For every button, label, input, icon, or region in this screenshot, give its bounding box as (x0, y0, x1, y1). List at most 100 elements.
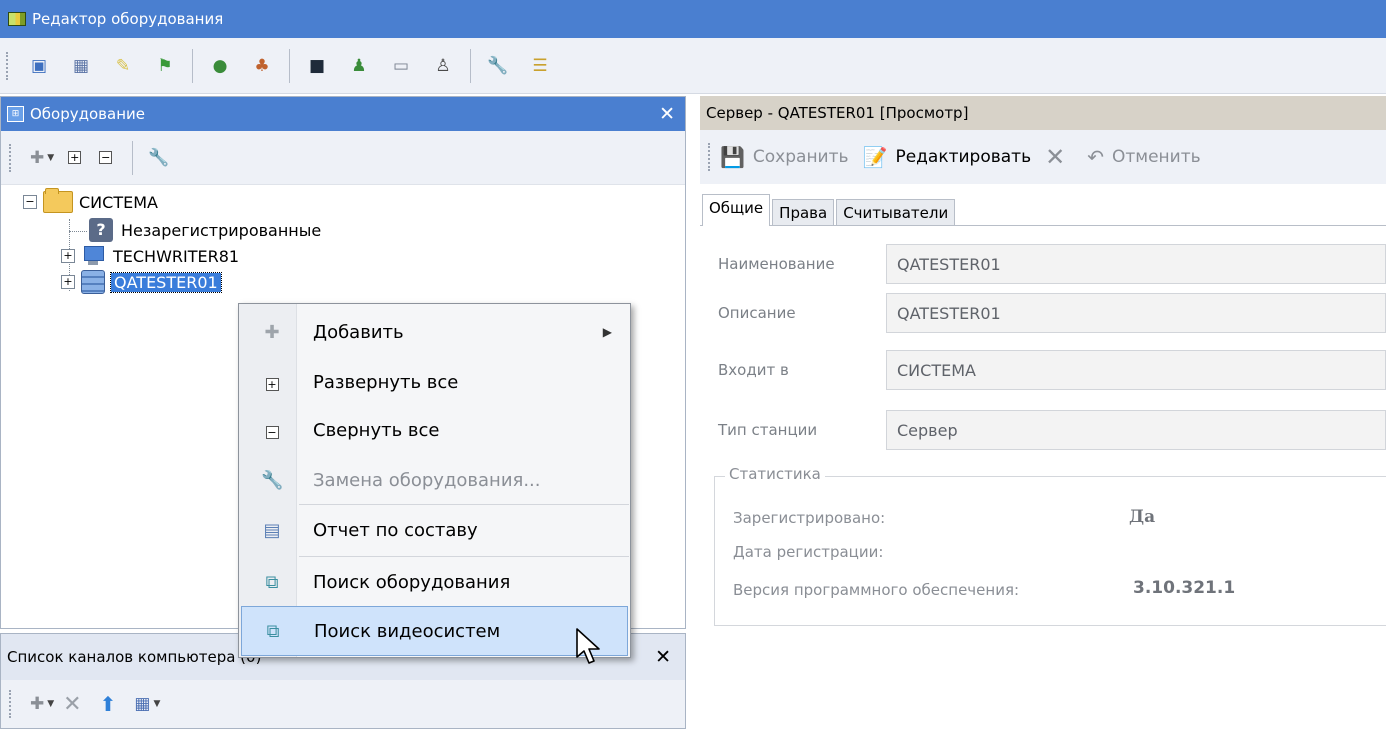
toolbar-grip[interactable] (708, 143, 712, 171)
menu-item-collapse-all[interactable]: − Свернуть все (241, 405, 628, 455)
context-menu: ✚ Добавить ▶ + Развернуть все − Свернуть… (238, 303, 631, 658)
menu-item-label: Поиск оборудования (313, 571, 511, 593)
tab-rights[interactable]: Права (772, 199, 835, 225)
close-icon[interactable]: ✕ (659, 103, 675, 125)
menu-item-label: Замена оборудования... (313, 469, 541, 491)
expand-icon[interactable]: + (61, 275, 75, 289)
registered-row: Зарегистрировано: (733, 509, 885, 527)
tree-item-system[interactable]: − СИСТЕМА (23, 188, 158, 215)
wrench-icon: 🔧 (261, 469, 284, 491)
name-field[interactable]: QATESTER01 (886, 244, 1386, 284)
menu-item-label: Поиск видеосистем (314, 620, 501, 642)
tree-item-label: QATESTER01 (110, 271, 222, 293)
person-icon[interactable]: ♙ (432, 55, 454, 77)
undo-icon: ↶ (1087, 145, 1104, 169)
delete-icon: ✕ (1045, 143, 1066, 171)
statistics-title: Статистика (725, 465, 825, 483)
detail-panel-title: Сервер - QATESTER01 [Просмотр] (706, 104, 969, 122)
save-button[interactable]: 💾 Сохранить (720, 145, 849, 169)
submenu-arrow-icon: ▶ (602, 325, 612, 339)
menu-item-replace-equipment[interactable]: 🔧 Замена оборудования... (241, 455, 628, 505)
menu-item-add[interactable]: ✚ Добавить ▶ (241, 307, 628, 357)
name-field-row: Наименование QATESTER01 (700, 244, 1386, 284)
reg-date-label: Дата регистрации: (733, 543, 884, 561)
toolbar-grip[interactable] (9, 690, 13, 718)
description-label: Описание (718, 304, 796, 322)
tree-item-qatester01[interactable]: + QATESTER01 (61, 269, 222, 295)
expand-all-icon[interactable]: + (68, 151, 82, 164)
window-title: Редактор оборудования (32, 10, 224, 28)
detail-panel: Сервер - QATESTER01 [Просмотр] 💾 Сохрани… (700, 96, 1386, 729)
close-icon[interactable]: ✕ (655, 646, 671, 668)
wrench-icon[interactable]: 🔧 (487, 55, 509, 77)
arrow-up-icon[interactable]: ⬆ (100, 692, 117, 716)
collapse-all-icon[interactable]: − (99, 151, 113, 164)
version-value: 3.10.321.1 (1133, 578, 1236, 598)
chevron-down-icon[interactable]: ▼ (47, 699, 54, 709)
detail-tabs: Общие Права Считыватели (700, 190, 1386, 226)
description-field[interactable]: QATESTER01 (886, 293, 1386, 333)
report-icon: ▤ (263, 519, 281, 541)
parent-label: Входит в (718, 361, 789, 379)
tree-item-label: Незарегистрированные (121, 220, 322, 240)
tree-item-techwriter81[interactable]: + TECHWRITER81 (61, 243, 239, 269)
plus-icon[interactable]: ✚ (30, 148, 44, 168)
list-icon[interactable]: ☰ (529, 55, 551, 77)
pencil-icon: 📝 (862, 145, 888, 169)
folder-icon (43, 188, 73, 213)
tab-general[interactable]: Общие (702, 194, 771, 226)
station-type-field-row: Тип станции Сервер (700, 410, 1386, 450)
toolbar-separator (470, 48, 471, 83)
menu-item-label: Развернуть все (313, 371, 459, 393)
expand-icon[interactable]: + (61, 249, 75, 263)
menu-item-expand-all[interactable]: + Развернуть все (241, 357, 628, 407)
tree-item-label: СИСТЕМА (79, 192, 158, 212)
cancel-button[interactable]: ↶ Отменить (1087, 145, 1200, 169)
toolbar-separator (289, 48, 290, 83)
parent-field[interactable]: СИСТЕМА (886, 350, 1386, 390)
channels-toolbar: ✚ ▼ ✕ ⬆ ▦ ▼ (1, 680, 685, 728)
grid-icon[interactable]: ▦ (70, 55, 92, 77)
menu-item-label: Отчет по составу (313, 519, 478, 541)
notes-icon[interactable]: ✎ (112, 55, 134, 77)
toolbar-grip[interactable] (6, 51, 10, 80)
drive-icon[interactable]: ▭ (390, 55, 412, 77)
edit-button[interactable]: 📝 Редактировать (863, 145, 1032, 169)
menu-item-label: Добавить (313, 321, 404, 343)
monitor-icon[interactable]: ■ (306, 55, 328, 77)
collapse-icon[interactable]: − (23, 195, 37, 209)
collapse-box-icon: − (265, 425, 279, 439)
main-toolbar: ▣ ▦ ✎ ⚑ ● ♣ ■ ♟ ▭ ♙ 🔧 ☰ (0, 38, 1386, 94)
window-titlebar: Редактор оборудования (0, 0, 1386, 38)
tree-view-icon[interactable]: ▣ (28, 55, 50, 77)
menu-item-search-equipment[interactable]: ⧉ Поиск оборудования (241, 557, 628, 607)
grid-icon[interactable]: ▦ (134, 694, 150, 714)
people-icon[interactable]: ♟ (348, 55, 370, 77)
reg-date-row: Дата регистрации: (733, 543, 883, 561)
toolbar-grip[interactable] (9, 143, 13, 172)
tree-view-icon: ⊞ (7, 106, 24, 122)
plus-icon[interactable]: ✚ (30, 694, 44, 714)
menu-item-search-video[interactable]: ⧉ Поиск видеосистем (241, 606, 628, 656)
delete-icon[interactable]: ✕ (63, 692, 81, 717)
tree-item-unregistered[interactable]: ? Незарегистрированные (89, 217, 321, 243)
expand-box-icon: + (265, 377, 279, 391)
parent-field-row: Входит в СИСТЕМА (700, 350, 1386, 390)
menu-item-report[interactable]: ▤ Отчет по составу (241, 505, 628, 555)
delete-button[interactable]: ✕ (1045, 143, 1073, 171)
users-group-icon[interactable]: ♣ (251, 55, 273, 77)
toolbar-separator (132, 140, 134, 175)
search-video-icon: ⧉ (266, 620, 280, 642)
tab-readers[interactable]: Считыватели (836, 199, 956, 225)
station-type-field[interactable]: Сервер (886, 410, 1386, 450)
chevron-down-icon[interactable]: ▼ (47, 153, 54, 163)
station-type-label: Тип станции (718, 421, 818, 439)
menu-item-label: Свернуть все (313, 419, 440, 441)
computer-icon (81, 245, 105, 267)
flag-icon[interactable]: ⚑ (154, 55, 176, 77)
globe-user-icon[interactable]: ● (209, 55, 231, 77)
chevron-down-icon[interactable]: ▼ (153, 699, 160, 709)
question-icon: ? (89, 218, 113, 242)
wrench-icon[interactable]: 🔧 (148, 148, 169, 168)
floppy-icon: 💾 (720, 145, 745, 169)
